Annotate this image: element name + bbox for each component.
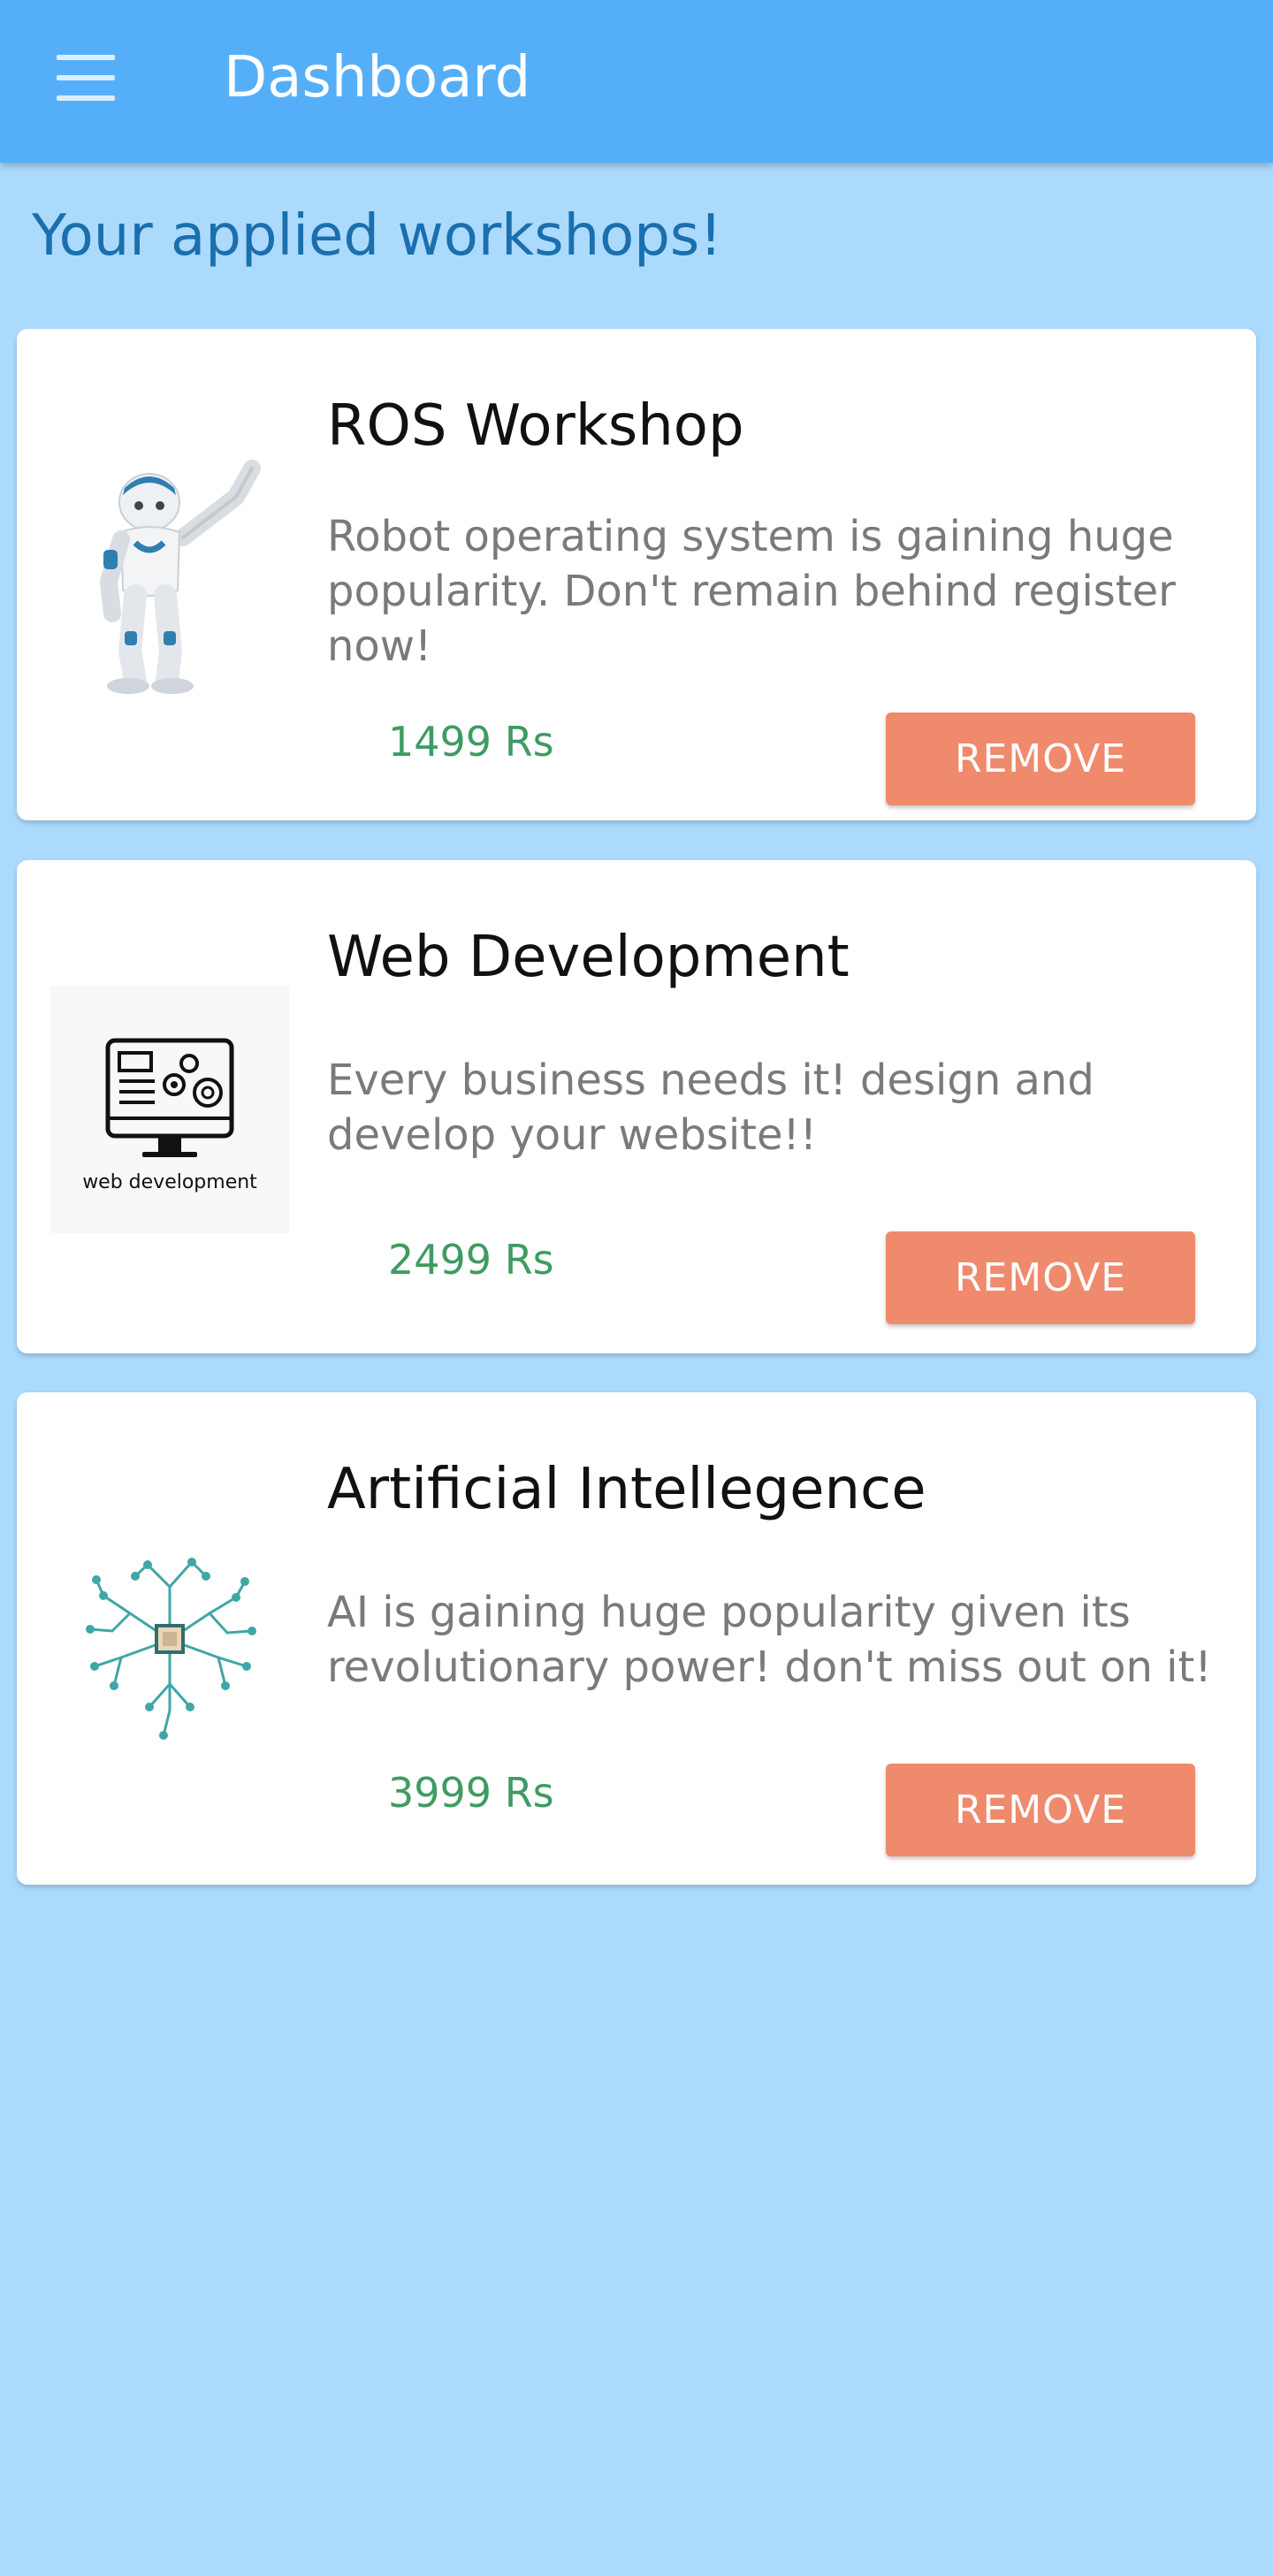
remove-button[interactable]: REMOVE (886, 713, 1195, 805)
workshop-price: 3999 Rs (388, 1769, 554, 1817)
image-caption: web development (82, 1171, 257, 1193)
workshop-description: Every business needs it! design and deve… (327, 1056, 1094, 1160)
workshop-description: AI is gaining huge popularity given its … (327, 1588, 1212, 1692)
workshop-price: 1499 Rs (388, 718, 554, 766)
workshop-title: ROS Workshop (327, 393, 744, 459)
workshop-title: Web Development (327, 925, 850, 990)
page-heading: Your applied workshops! (32, 203, 722, 269)
web-development-image: web development (50, 986, 289, 1251)
workshop-card: ROS Workshop Robot operating system is g… (17, 329, 1256, 820)
workshop-title: Artificial Intellegence (327, 1457, 926, 1522)
remove-button[interactable]: REMOVE (886, 1231, 1195, 1324)
workshop-description: Robot operating system is gaining huge p… (327, 512, 1176, 671)
workshop-card: Artificial Intellegence AI is gaining hu… (17, 1392, 1256, 1885)
robot-image (50, 433, 289, 698)
remove-button[interactable]: REMOVE (886, 1764, 1195, 1856)
app-bar: Dashboard (0, 0, 1273, 163)
ai-circuit-brain-image (50, 1534, 289, 1799)
workshop-card: web development Web Development Every bu… (17, 860, 1256, 1353)
app-bar-title: Dashboard (224, 45, 531, 111)
hamburger-menu-icon[interactable] (50, 48, 124, 110)
workshop-price: 2499 Rs (388, 1236, 554, 1284)
